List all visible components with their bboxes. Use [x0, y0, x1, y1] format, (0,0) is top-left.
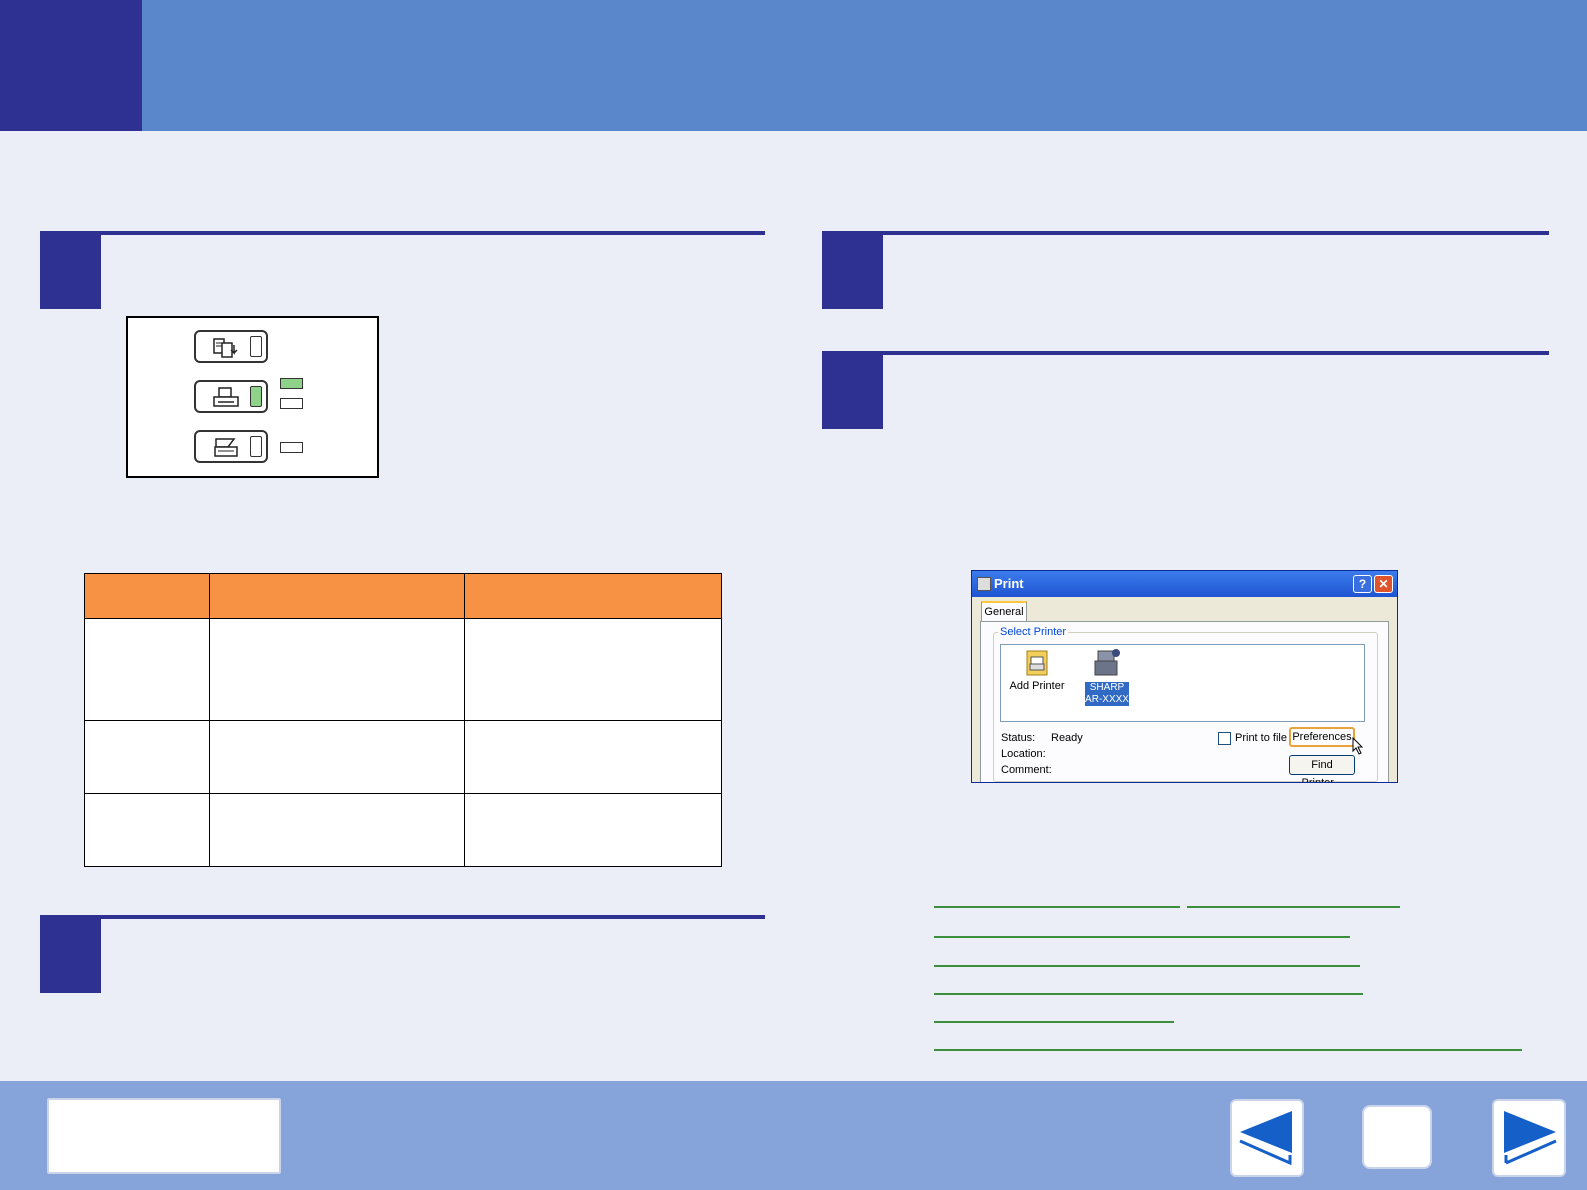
copy-key	[194, 330, 268, 363]
step-1-rule	[40, 231, 765, 235]
scan-lamp	[250, 436, 262, 457]
printer-label-sharp: SHARP AR-XXXX	[1085, 682, 1129, 706]
close-button[interactable]: ✕	[1374, 575, 1393, 593]
operation-panel-illustration	[126, 316, 379, 478]
arrow-right-icon	[1504, 1111, 1557, 1165]
print-key	[194, 380, 268, 413]
contents-button[interactable]	[47, 1098, 281, 1174]
reference-link-5[interactable]	[934, 993, 1363, 995]
reference-link-1[interactable]	[934, 906, 1180, 908]
printer-label-add: Add Printer	[1009, 680, 1065, 692]
scan-icon	[214, 438, 238, 457]
print-to-file-label: Print to file	[1235, 732, 1287, 744]
preferences-button[interactable]: Preferences	[1289, 727, 1355, 747]
table-row	[84, 720, 722, 794]
reference-link-2[interactable]	[1187, 906, 1400, 908]
add-printer-icon	[1026, 650, 1048, 676]
step-4-marker	[822, 353, 883, 429]
forward-button[interactable]	[1492, 1099, 1566, 1177]
step-1-marker	[40, 233, 101, 309]
help-button[interactable]: ?	[1353, 575, 1372, 593]
location-label: Location:	[1001, 748, 1046, 760]
step-4-rule	[822, 351, 1549, 355]
table-row	[84, 793, 722, 867]
table-header-row	[84, 573, 722, 619]
printer-title-icon	[977, 577, 991, 591]
mode-table	[84, 573, 722, 867]
status-value: Ready	[1051, 732, 1083, 744]
dialog-titlebar: Print ? ✕	[972, 571, 1397, 597]
online-indicator	[280, 378, 303, 389]
arrow-left-icon	[1239, 1111, 1292, 1166]
printer-item-add[interactable]: Add Printer	[1009, 649, 1065, 692]
dialog-title: Print	[994, 576, 1024, 591]
header-tab	[0, 0, 142, 131]
scan-key	[194, 430, 268, 463]
printer-item-sharp[interactable]: SHARP AR-XXXX	[1085, 647, 1129, 706]
reference-link-3[interactable]	[934, 936, 1350, 938]
printer-list: Add Printer SHARP AR-XXXX	[1000, 644, 1365, 722]
comment-label: Comment:	[1001, 764, 1052, 776]
step-2-marker	[40, 917, 101, 993]
copy-lamp	[250, 336, 262, 357]
header-band	[0, 0, 1587, 131]
tab-general[interactable]: General	[981, 601, 1027, 621]
home-button[interactable]	[1362, 1105, 1432, 1169]
print-dialog: Print ? ✕ General Select Printer Add Pri…	[971, 570, 1398, 783]
scan-indicator	[280, 442, 303, 453]
reference-link-4[interactable]	[934, 965, 1360, 967]
step-2-rule	[40, 915, 765, 919]
back-button[interactable]	[1230, 1099, 1304, 1177]
copy-icon	[213, 338, 238, 358]
find-printer-button[interactable]: Find Printer...	[1289, 755, 1355, 782]
select-printer-label: Select Printer	[998, 626, 1069, 638]
reference-link-6[interactable]	[934, 1021, 1174, 1023]
data-indicator	[280, 398, 303, 409]
reference-link-7[interactable]	[934, 1049, 1522, 1051]
status-label: Status:	[1001, 732, 1036, 744]
print-lamp	[250, 386, 262, 407]
table-row	[84, 618, 722, 721]
mouse-pointer-icon	[1352, 737, 1364, 755]
print-icon	[213, 387, 239, 407]
step-3-rule	[822, 231, 1549, 235]
step-3-marker	[822, 233, 883, 309]
printer-icon	[1094, 649, 1120, 676]
print-to-file-checkbox[interactable]	[1218, 732, 1231, 745]
tab-panel: Select Printer Add Printer SHARP AR-XXXX	[980, 621, 1389, 782]
